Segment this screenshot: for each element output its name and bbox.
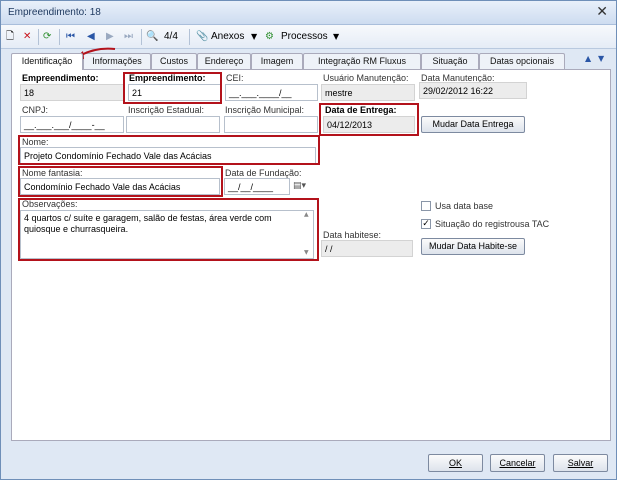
record-counter: 4/4 <box>164 31 178 42</box>
window-title: Empreendimento: 18 <box>8 7 101 18</box>
inscricao-municipal-label: Inscrição Municipal: <box>225 105 305 115</box>
identificacao-panel: Empreendimento: 18 Empreendimento: 21 CE… <box>11 69 611 441</box>
inscricao-estadual-label: Inscrição Estadual: <box>128 105 205 115</box>
highlight-box <box>123 72 222 104</box>
close-icon[interactable]: ✕ <box>596 4 608 20</box>
inscricao-estadual-field[interactable] <box>126 116 220 133</box>
tab-strip: Identificação Informações Custos Endereç… <box>11 47 611 70</box>
data-manutencao-field: 29/02/2012 16:22 <box>419 82 527 99</box>
chevron-down-icon[interactable]: ▼ <box>251 29 257 45</box>
data-habitese-field: / / <box>321 240 413 257</box>
refresh-icon[interactable]: ⟳ <box>43 29 51 45</box>
cancel-button[interactable]: Cancelar <box>490 454 545 472</box>
tab-endereco[interactable]: Endereço <box>197 53 251 69</box>
toolbar-separator <box>59 29 60 45</box>
usa-tac-label: usa TAC <box>515 219 550 229</box>
empreendimento-id-label: Empreendimento: <box>22 73 99 83</box>
situacao-registro-label: Situação do registro <box>435 219 516 229</box>
cnpj-field[interactable]: __.___.___/____-__ <box>20 116 124 133</box>
tab-scroll-down-icon[interactable]: ▼ <box>598 54 604 63</box>
inscricao-municipal-field[interactable] <box>224 116 318 133</box>
usuario-manutencao-field: mestre <box>321 84 415 101</box>
mudar-data-habitese-button[interactable]: Mudar Data Habite-se <box>421 238 525 255</box>
tab-datas-opcionais[interactable]: Datas opcionais <box>479 53 565 69</box>
dialog-window: Empreendimento: 18 ✕ 🗋 ✕ ⟳ ⏮ ◀ ▶ ⏭ 🔍 4/4… <box>0 0 617 480</box>
empreendimento-id-field: 18 <box>20 84 124 101</box>
tab-custos[interactable]: Custos <box>151 53 197 69</box>
data-fundacao-field[interactable]: __/__/____ <box>224 178 290 195</box>
cei-label: CEI: <box>226 73 244 83</box>
data-fundacao-label: Data de Fundação: <box>225 168 302 178</box>
first-record-icon[interactable]: ⏮ <box>66 29 75 45</box>
usa-data-base-checkbox[interactable] <box>421 201 431 211</box>
attachments-icon: 📎 <box>196 31 209 42</box>
delete-icon[interactable]: ✕ <box>23 29 31 45</box>
tab-identificacao[interactable]: Identificação <box>11 53 83 70</box>
title-bar[interactable]: Empreendimento: 18 ✕ <box>1 1 616 25</box>
calendar-dropdown-icon[interactable]: ▤▾ <box>293 178 315 195</box>
find-icon[interactable]: 🔍 <box>146 29 158 45</box>
tab-imagem[interactable]: Imagem <box>251 53 303 69</box>
ok-button[interactable]: OK <box>428 454 483 472</box>
tab-scroll: ▲ ▼ <box>581 53 611 69</box>
chevron-down-icon[interactable]: ▼ <box>333 29 339 45</box>
highlight-box <box>319 103 419 136</box>
save-button[interactable]: Salvar <box>553 454 608 472</box>
highlight-box <box>18 135 320 165</box>
next-record-icon[interactable]: ▶ <box>106 29 114 45</box>
new-record-icon[interactable]: 🗋 <box>6 29 14 45</box>
tab-scroll-up-icon[interactable]: ▲ <box>585 54 591 63</box>
usuario-manutencao-label: Usuário Manutenção: <box>323 73 409 83</box>
usa-data-base-label: Usa data base <box>435 201 494 211</box>
data-habitese-label: Data habitese: <box>323 230 382 240</box>
tab-integracao[interactable]: Integração RM Fluxus <box>303 53 421 69</box>
cnpj-label: CNPJ: <box>22 105 49 115</box>
tab-situacao[interactable]: Situação <box>421 53 479 69</box>
toolbar-separator <box>38 29 39 45</box>
last-record-icon[interactable]: ⏭ <box>124 29 133 45</box>
mudar-data-entrega-button[interactable]: Mudar Data Entrega <box>421 116 525 133</box>
situacao-registro-checkbox[interactable]: ✓ <box>421 219 431 229</box>
process-icon: ⚙ <box>265 31 274 42</box>
highlight-box <box>18 198 319 261</box>
processos-menu[interactable]: Processos <box>281 29 328 45</box>
anexos-menu[interactable]: Anexos <box>211 29 244 45</box>
cei-field[interactable]: __.___.____/__ <box>225 84 318 101</box>
previous-record-icon[interactable]: ◀ <box>87 29 95 45</box>
toolbar-separator <box>141 29 142 45</box>
toolbar-separator <box>189 29 190 45</box>
highlight-box <box>18 166 223 197</box>
